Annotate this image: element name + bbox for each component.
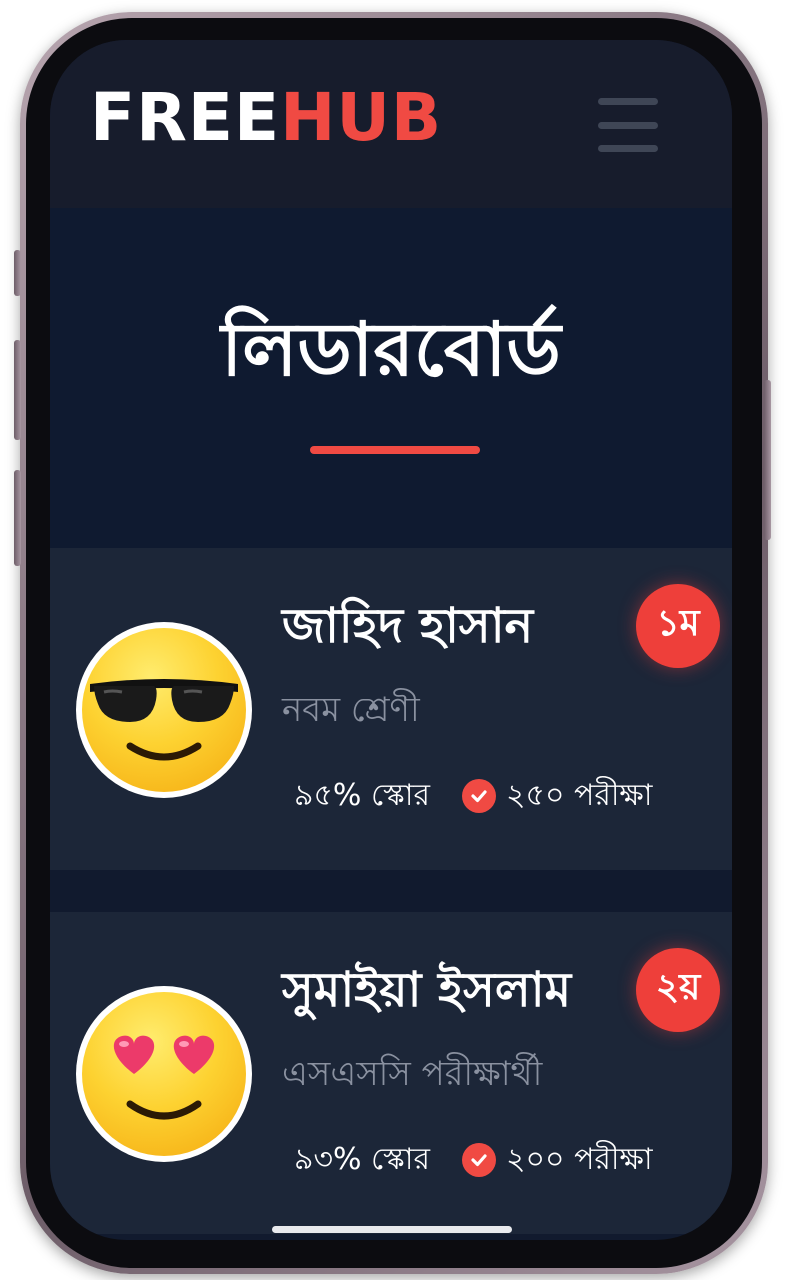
app-header: FREEHUB xyxy=(50,40,732,208)
title-underline xyxy=(310,446,480,454)
heart-eyes-emoji-graphic xyxy=(113,1035,215,1120)
card-separator xyxy=(50,870,732,912)
phone-side-button xyxy=(764,380,771,540)
leaderboard-card[interactable]: সুমাইয়া ইসলাম এসএসসি পরীক্ষার্থী ৯৩% স্… xyxy=(50,912,732,1234)
phone-side-button xyxy=(14,340,21,440)
rank-badge: ১ম xyxy=(636,584,720,668)
emoji-face xyxy=(82,992,246,1156)
check-circle-icon xyxy=(462,1143,497,1177)
menu-bar xyxy=(598,121,658,129)
check-circle-icon xyxy=(461,779,496,813)
emoji-face xyxy=(82,628,246,792)
heart-eyes-emoji-icon xyxy=(76,986,252,1162)
exam-count-text: ২৫০ পরীক্ষা xyxy=(505,778,653,813)
user-name: সুমাইয়া ইসলাম xyxy=(282,962,572,1018)
leaderboard-card[interactable]: জাহিদ হাসান নবম শ্রেণী ৯৫% স্কোর ২৫০ পরী… xyxy=(50,548,732,870)
user-class: এসএসসি পরীক্ষার্থী xyxy=(282,1054,543,1094)
user-stats: ৯৫% স্কোর ২৫০ পরীক্ষা xyxy=(294,776,652,816)
home-indicator[interactable] xyxy=(272,1226,512,1233)
logo-text-free: FREE xyxy=(90,79,281,156)
user-stats: ৯৩% স্কোর ২০০ পরীক্ষা xyxy=(294,1140,653,1180)
phone-side-button xyxy=(14,250,21,296)
sunglasses-emoji-graphic xyxy=(90,679,238,761)
user-class: নবম শ্রেণী xyxy=(282,690,420,730)
phone-side-button xyxy=(14,470,21,566)
exam-count-text: ২০০ পরীক্ষা xyxy=(506,1142,653,1177)
app-screen: FREEHUB লিডারবোর্ড জাহিদ হাসান নবম শ্রেণ… xyxy=(50,40,732,1240)
logo-text-hub: HUB xyxy=(280,79,443,156)
score-text: ৯৫% স্কোর xyxy=(294,778,430,813)
title-section: লিডারবোর্ড xyxy=(50,208,732,548)
hamburger-menu-icon[interactable] xyxy=(598,98,664,152)
sunglasses-emoji-icon xyxy=(76,622,252,798)
page-title: লিডারবোর্ড xyxy=(221,307,561,393)
user-name: জাহিদ হাসান xyxy=(282,598,534,654)
menu-bar xyxy=(598,145,658,152)
rank-badge: ২য় xyxy=(636,948,720,1032)
score-text: ৯৩% স্কোর xyxy=(294,1142,431,1177)
freehub-logo[interactable]: FREEHUB xyxy=(90,82,442,154)
menu-bar xyxy=(598,98,658,105)
